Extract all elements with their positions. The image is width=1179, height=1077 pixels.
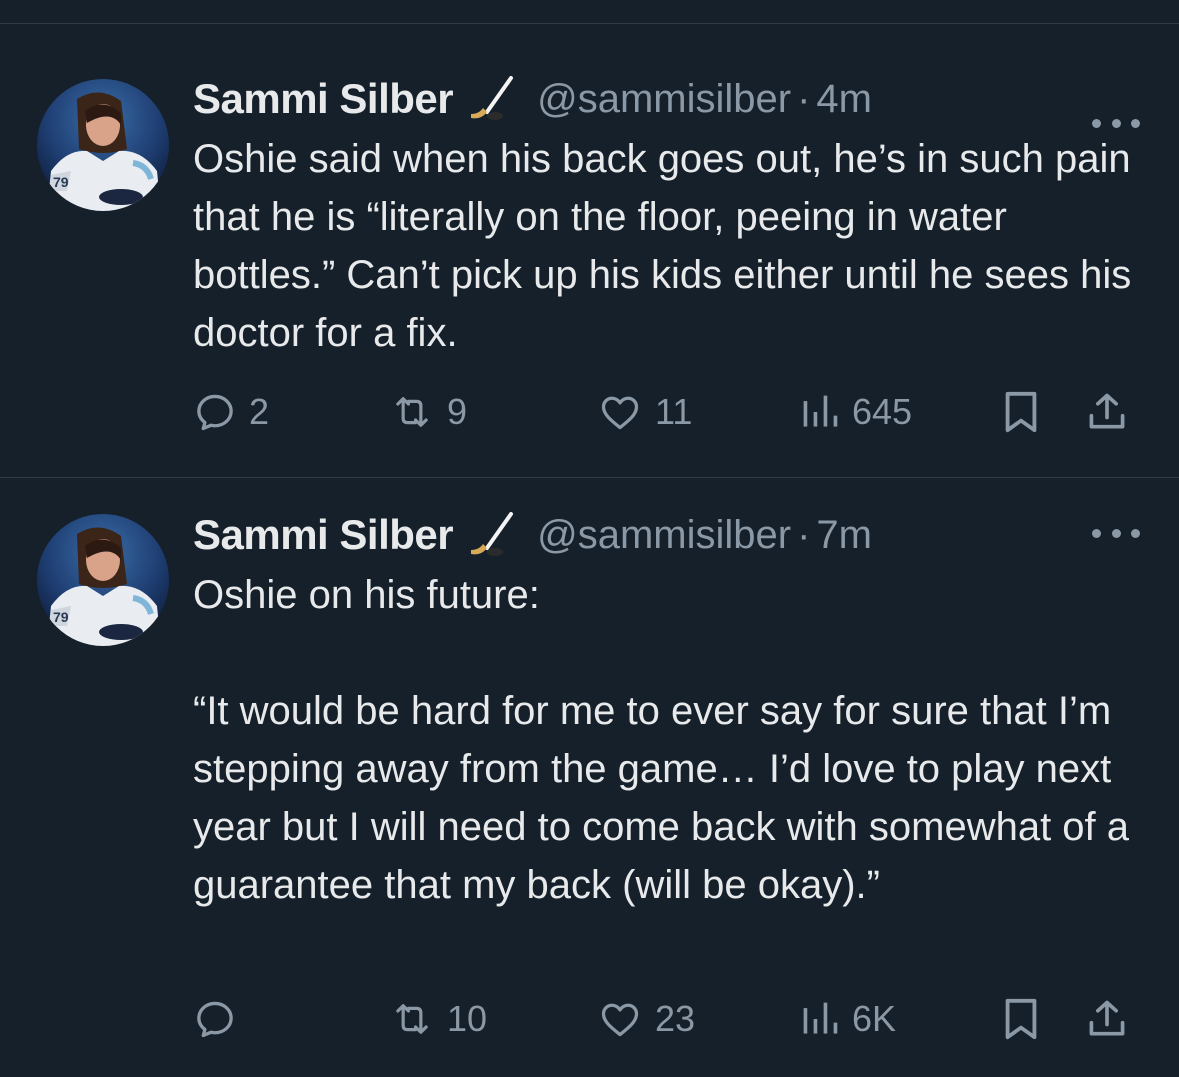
timestamp[interactable]: 4m [816,77,872,122]
bookmark-icon [1005,391,1037,433]
share-button[interactable] [1085,994,1129,1044]
timestamp[interactable]: 7m [816,513,872,558]
svg-text:79: 79 [53,174,69,190]
like-button[interactable]: 11 [597,387,692,437]
more-dot-icon [1092,118,1101,128]
reply-icon [197,1001,233,1038]
bookmark-icon [1005,998,1037,1040]
reply-button[interactable] [193,994,249,1044]
share-icon [1089,393,1125,429]
retweet-icon [396,1004,428,1034]
retweet-button[interactable]: 9 [389,387,467,437]
views-chart-icon [803,1002,838,1034]
tweet-header: Sammi Silber @sammisilber · 7m [193,510,872,560]
retweet-icon [396,397,428,427]
view-count: 645 [852,391,913,432]
tweet[interactable]: 79 Sammi Silber @sammisilber · 7m Oshie … [0,478,1179,1077]
author-handle[interactable]: @sammisilber [537,77,791,122]
retweet-count: 10 [447,998,488,1039]
tweet-text: Oshie on his future: “It would be hard f… [193,573,1130,907]
hockey-stick-icon [465,74,527,124]
heart-icon [601,1003,639,1037]
view-count: 6K [852,998,897,1039]
share-icon [1089,1000,1125,1036]
more-dot-icon [1111,528,1121,538]
like-count: 11 [655,391,693,432]
author-handle[interactable]: @sammisilber [537,513,791,558]
more-options-button[interactable] [1092,518,1140,548]
tweet-actions: 10 23 6K [193,994,1143,1044]
like-button[interactable]: 23 [597,994,695,1044]
reply-button[interactable]: 2 [193,387,269,437]
retweet-button[interactable]: 10 [389,994,487,1044]
views-button[interactable]: 6K [800,994,896,1044]
reply-icon [197,394,233,431]
share-button[interactable] [1085,387,1129,437]
more-dot-icon [1131,528,1140,538]
bookmark-button[interactable] [1001,387,1041,437]
svg-text:79: 79 [53,609,69,625]
more-dot-icon [1092,528,1101,538]
tweet-actions: 2 9 11 645 [193,387,1143,437]
more-dot-icon [1131,118,1140,128]
views-chart-icon [803,395,838,427]
bookmark-button[interactable] [1001,994,1041,1044]
separator-dot: · [797,76,811,121]
avatar[interactable]: 79 [37,514,169,646]
heart-icon [601,396,639,430]
reply-count: 2 [249,391,270,432]
avatar[interactable]: 79 [37,79,169,211]
views-button[interactable]: 645 [800,387,912,437]
tweet[interactable]: 79 Sammi Silber @sammisilber · 4m Oshie … [0,24,1179,477]
more-dot-icon [1111,118,1121,128]
tweet-header: Sammi Silber @sammisilber · 4m [193,74,872,124]
separator-dot: · [797,512,811,557]
retweet-count: 9 [447,391,468,432]
like-count: 23 [655,998,696,1039]
tweet-text: Oshie said when his back goes out, he’s … [193,137,1132,355]
hockey-stick-icon [465,510,527,560]
author-name[interactable]: Sammi Silber [193,75,454,123]
author-name[interactable]: Sammi Silber [193,511,454,559]
